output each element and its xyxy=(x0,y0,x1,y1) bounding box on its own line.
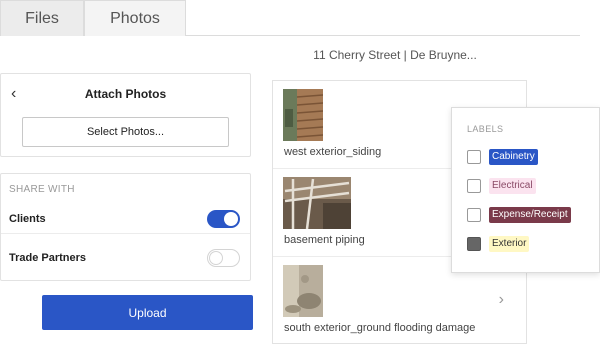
upload-button[interactable]: Upload xyxy=(42,295,253,330)
photo-caption: south exterior_ground flooding damage xyxy=(284,322,476,334)
share-with-header: SHARE WITH xyxy=(9,184,75,195)
label-chip: Cabinetry xyxy=(489,149,538,165)
tab-files[interactable]: Files xyxy=(0,0,84,36)
attach-photos-panel: ‹ Attach Photos Select Photos... xyxy=(0,73,251,157)
clients-label: Clients xyxy=(9,212,46,225)
project-title: 11 Cherry Street | De Bruyne... xyxy=(313,48,477,62)
label-chip: Expense/Receipt xyxy=(489,207,571,223)
photo-thumbnail xyxy=(283,89,323,141)
checkbox[interactable] xyxy=(467,179,481,193)
labels-dropdown: LABELS Cabinetry Electrical Expense/Rece… xyxy=(451,107,600,273)
toggle-knob xyxy=(224,211,238,226)
photo-thumbnail xyxy=(283,177,351,229)
clients-toggle[interactable] xyxy=(207,209,240,228)
checkbox[interactable] xyxy=(467,237,481,251)
checkbox[interactable] xyxy=(467,150,481,164)
tab-photos[interactable]: Photos xyxy=(84,0,186,36)
share-row-clients: Clients xyxy=(1,204,250,234)
photo-thumbnail xyxy=(283,265,323,317)
label-option[interactable]: Electrical xyxy=(467,177,536,195)
toggle-knob xyxy=(209,251,223,265)
chevron-right-icon[interactable]: › xyxy=(499,291,504,309)
label-chip: Exterior xyxy=(489,236,530,252)
trade-partners-label: Trade Partners xyxy=(9,252,87,264)
share-with-panel: SHARE WITH Clients Trade Partners xyxy=(0,173,251,281)
labels-header: LABELS xyxy=(467,124,504,134)
label-option[interactable]: Expense/Receipt xyxy=(467,206,571,224)
trade-partners-toggle[interactable] xyxy=(207,249,240,267)
share-row-trade-partners: Trade Partners xyxy=(1,244,250,272)
checkbox[interactable] xyxy=(467,208,481,222)
label-option[interactable]: Cabinetry xyxy=(467,148,538,166)
photo-caption: basement piping xyxy=(284,234,365,246)
label-chip: Electrical xyxy=(489,178,536,194)
tab-bar: Files Photos xyxy=(0,0,580,36)
select-photos-button[interactable]: Select Photos... xyxy=(22,117,229,147)
attach-photos-title: Attach Photos xyxy=(84,87,167,101)
label-option[interactable]: Exterior xyxy=(467,235,530,253)
photo-caption: west exterior_siding xyxy=(284,146,382,158)
